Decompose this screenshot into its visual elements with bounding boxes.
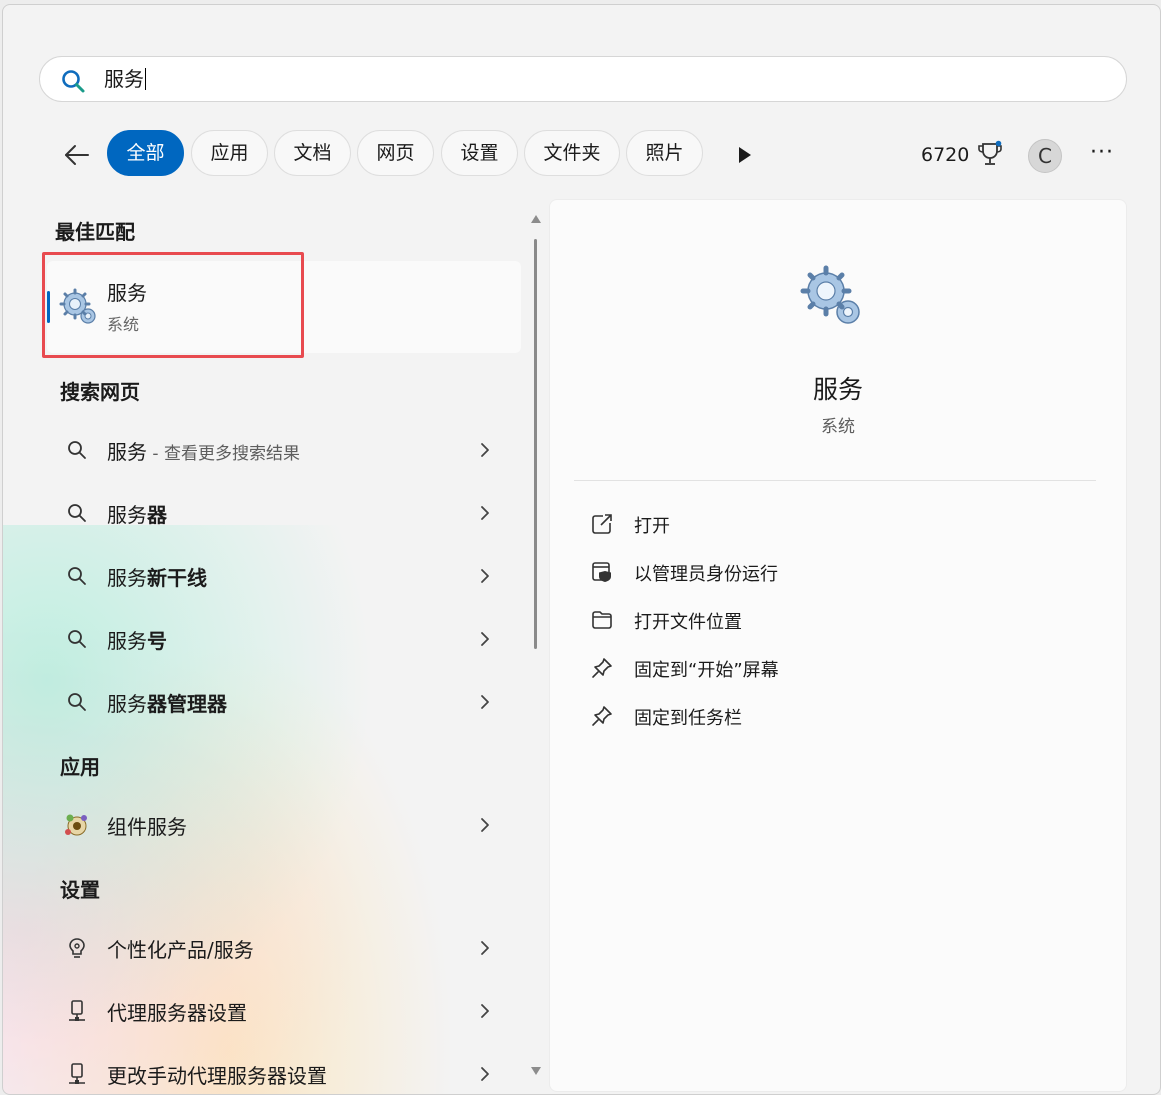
chevron-right-icon (481, 1067, 489, 1081)
detail-pane: 服务 系统 打开 以管理员身份运行 打开文件位置 固定到“开始”屏幕 固定到任务… (549, 199, 1127, 1092)
chevron-right-icon (481, 941, 489, 955)
search-window: 服务 全部 应用 文档 网页 设置 文件夹 照片 6720 C ··· 最佳匹配 (2, 4, 1161, 1095)
lightbulb-icon (69, 938, 85, 958)
component-services-icon (65, 814, 87, 836)
setting-result-row[interactable]: 个性化产品/服务 (47, 920, 521, 976)
selection-indicator (47, 291, 50, 323)
best-match-subtitle: 系统 (107, 315, 140, 334)
filter-chip-folders[interactable]: 文件夹 (524, 130, 620, 176)
search-icon (68, 441, 86, 459)
action-open-file-location[interactable]: 打开文件位置 (586, 602, 986, 638)
setting-result-row[interactable]: 代理服务器设置 (47, 983, 521, 1039)
chevron-right-icon (481, 443, 489, 457)
web-result-label: 服务器管理器 (107, 692, 227, 716)
pin-icon (592, 658, 612, 678)
web-result-row[interactable]: 服务新干线 (47, 548, 521, 604)
chevron-right-icon (481, 632, 489, 646)
setting-result-row[interactable]: 更改手动代理服务器设置 (47, 1046, 521, 1094)
action-run-as-admin[interactable]: 以管理员身份运行 (586, 554, 986, 590)
proxy-icon (69, 1063, 85, 1084)
open-external-icon (592, 514, 612, 534)
best-match-title: 服务 (107, 281, 147, 305)
best-match-card[interactable]: 服务 系统 (47, 261, 521, 353)
trophy-icon[interactable] (977, 140, 1003, 168)
filter-chip-photos[interactable]: 照片 (626, 130, 703, 176)
action-open[interactable]: 打开 (586, 506, 986, 542)
scrollbar-thumb[interactable] (534, 239, 537, 649)
best-match-heading: 最佳匹配 (55, 220, 135, 244)
setting-result-label: 更改手动代理服务器设置 (107, 1064, 327, 1088)
action-label: 打开文件位置 (634, 612, 742, 633)
rewards-points: 6720 (921, 144, 970, 166)
web-result-label: 服务号 (107, 629, 167, 653)
ellipsis-icon[interactable]: ··· (1087, 140, 1117, 170)
action-pin-to-taskbar[interactable]: 固定到任务栏 (586, 698, 986, 734)
filter-chip-all[interactable]: 全部 (107, 130, 184, 176)
filter-chip-web[interactable]: 网页 (357, 130, 434, 176)
scroll-up-icon[interactable] (531, 215, 541, 223)
filter-chip-apps[interactable]: 应用 (191, 130, 268, 176)
proxy-icon (69, 1000, 85, 1021)
web-result-row[interactable]: 服务器 (47, 485, 521, 541)
settings-heading: 设置 (60, 878, 100, 902)
scroll-down-icon[interactable] (531, 1067, 541, 1075)
web-result-row[interactable]: 服务器管理器 (47, 674, 521, 730)
filter-chip-settings[interactable]: 设置 (441, 130, 518, 176)
web-result-label: 服务新干线 (107, 566, 207, 590)
action-label: 固定到任务栏 (634, 708, 742, 729)
folder-icon (592, 611, 612, 629)
search-icon (68, 504, 86, 522)
search-input[interactable]: 服务 (104, 66, 146, 92)
account-avatar[interactable]: C (1028, 139, 1062, 173)
web-result-row[interactable]: 服务号 (47, 611, 521, 667)
shield-icon (592, 562, 611, 582)
search-box[interactable]: 服务 (39, 56, 1127, 102)
filter-chip-documents[interactable]: 文档 (274, 130, 351, 176)
app-result-label: 组件服务 (107, 815, 187, 839)
setting-result-label: 代理服务器设置 (107, 1001, 247, 1025)
gears-icon (59, 288, 96, 324)
search-icon (62, 70, 85, 93)
search-icon (68, 630, 86, 648)
web-result-row[interactable]: 服务 - 查看更多搜索结果 (47, 422, 521, 478)
results-scrollbar[interactable] (530, 215, 542, 1075)
web-result-label: 服务 - 查看更多搜索结果 (107, 440, 300, 464)
setting-result-label: 个性化产品/服务 (107, 938, 254, 962)
action-label: 打开 (634, 516, 670, 537)
search-icon (68, 567, 86, 585)
detail-subtitle: 系统 (821, 417, 855, 437)
web-result-label: 服务器 (107, 503, 167, 527)
action-label: 固定到“开始”屏幕 (634, 660, 779, 681)
web-search-heading: 搜索网页 (60, 380, 140, 404)
chevron-right-icon (481, 506, 489, 520)
chevron-right-icon (481, 1004, 489, 1018)
pin-icon (592, 706, 612, 726)
detail-divider (574, 480, 1096, 481)
app-result-row[interactable]: 组件服务 (47, 797, 521, 853)
action-pin-to-start[interactable]: 固定到“开始”屏幕 (586, 650, 986, 686)
detail-title: 服务 (812, 375, 863, 404)
apps-heading: 应用 (60, 755, 100, 779)
action-label: 以管理员身份运行 (634, 564, 778, 585)
search-icon (68, 693, 86, 711)
chevron-right-icon (481, 695, 489, 709)
chevron-right-icon (481, 569, 489, 583)
text-caret (145, 68, 146, 90)
gears-icon (800, 265, 860, 324)
chevron-right-icon (481, 818, 489, 832)
play-icon[interactable] (736, 145, 754, 165)
back-arrow-icon[interactable] (59, 137, 95, 173)
